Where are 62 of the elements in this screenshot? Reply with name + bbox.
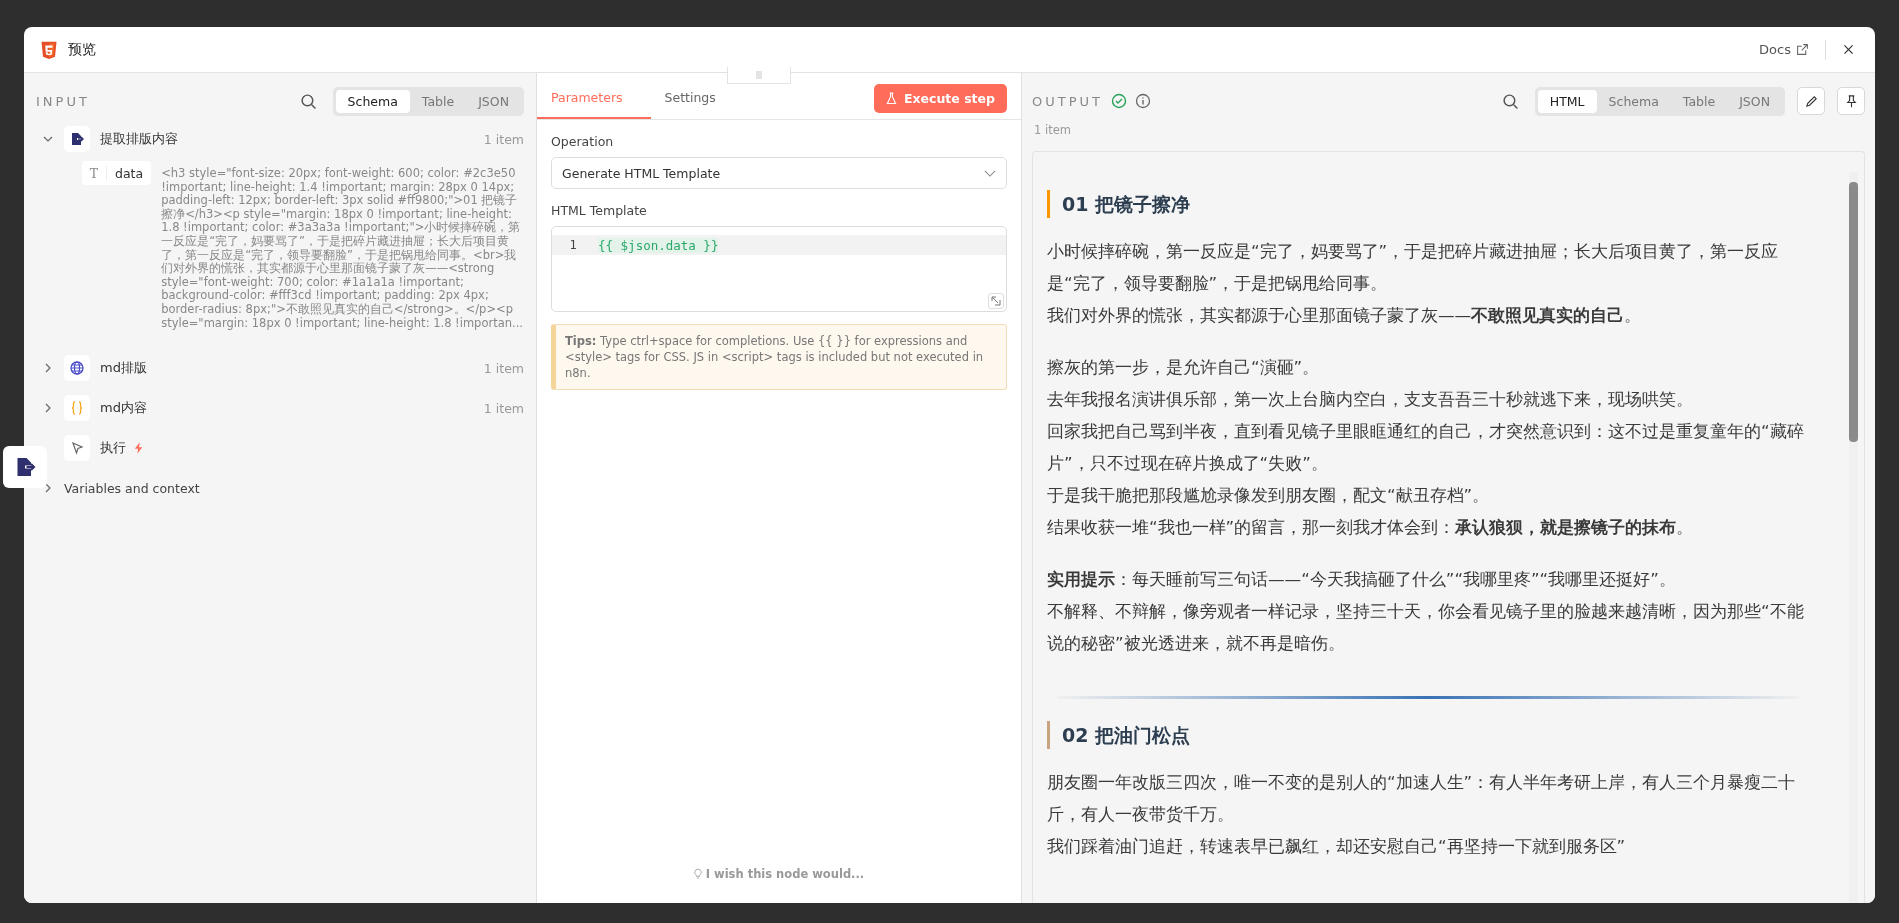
view-tab[interactable]: Schema [335,89,410,113]
panel-tab[interactable]: Settings [650,78,730,119]
variables-section[interactable]: Variables and context [64,480,200,496]
section-heading: 01 把镜子擦净 [1047,190,1809,218]
node-name[interactable]: 执行 [100,439,126,458]
paragraph-text: 回家我把自己骂到半夜，直到看见镜子里眼眶通红的自己，才突然意识到：这不过是重复童年的“藏碎片”，只不过现在碎片换成了“失败”。 [1047,421,1805,475]
dialog-title: 预览 [68,40,96,59]
line-number: 1 [568,238,578,252]
node-name[interactable]: md内容 [100,399,147,418]
item-count: 1 item [1034,123,1072,137]
docs-link[interactable]: Docs [1759,42,1809,57]
item-count: 1 item [483,131,524,147]
node-name[interactable]: md排版 [100,359,147,378]
close-icon[interactable] [1842,43,1855,56]
document-icon [64,126,90,152]
paragraph-text: 朋友圈一年改版三四次，唯一不变的是别人的“加速人生”：有人半年考研上岸，有人三个月暴瘦二十斤，有人一夜带货千万。 [1047,772,1797,826]
braces-icon [64,395,90,422]
operation-dropdown[interactable]: Generate HTML Template [551,157,1007,189]
node-icon-button[interactable] [3,446,47,488]
pin-button[interactable] [1837,87,1865,115]
view-tab[interactable]: HTML [1537,89,1597,113]
scrollbar[interactable] [1849,172,1858,903]
tips-note: Tips: Type ctrl+space for completions. Use {{ }} for expressions and <style> tags for CSS. JS in <script> tags is included but not executed in n8n. [551,324,1007,390]
field-label: HTML Template [551,203,648,218]
cursor-icon [64,435,90,462]
edit-button[interactable] [1797,87,1825,115]
section-heading: 02 把油门松点 [1047,721,1809,749]
field-label: Operation [551,134,615,149]
field-pill: T data [82,161,152,185]
search-icon[interactable] [299,92,317,110]
panel-heading: INPUT [36,93,90,109]
paragraph-text: 于是我干脆把那段尴尬录像发到朋友圈，配文“献丑存档”。 [1047,485,1491,507]
node-name[interactable]: 提取排版内容 [100,130,178,148]
paragraph-text: 小时候摔碎碗，第一反应是“完了，妈要骂了”，于是把碎片藏进抽屉；长大后项目黄了，第一反应是“完了，领导要翻脸”，于是把锅甩给同事。 [1047,241,1780,295]
paragraph-text: 擦灰的第一步，是允许自己“演砸”。 [1047,357,1321,379]
globe-icon [64,355,90,382]
search-icon[interactable] [1501,92,1519,110]
pencil-icon [1803,93,1819,109]
chevron-down-icon [984,169,996,177]
view-tab[interactable]: Table [1670,89,1728,113]
paragraph-text: 我们对外界的慌张，其实都源于心里那面镜子蒙了灰——不敢照见真实的自己。 [1047,305,1643,327]
view-tab[interactable]: Schema [1596,89,1671,113]
paragraph-text: 我们踩着油门追赶，转速表早已飙红，却还安慰自己“再坚持一下就到服务区” [1047,836,1627,858]
lightbulb-icon [693,868,702,880]
code-expression: {{ $json.data }} [598,237,719,253]
view-tab[interactable]: JSON [466,89,521,113]
paragraph-text: 去年我报名演讲俱乐部，第一次上台脑内空白，支支吾吾三十秒就逃下来，现场哄笑。 [1047,389,1694,411]
info-icon[interactable] [1135,93,1151,109]
view-tab[interactable]: JSON [1727,89,1782,113]
drag-handle[interactable] [727,67,791,84]
item-count: 1 item [483,400,524,416]
view-tab[interactable]: Table [409,89,467,113]
panel-heading: OUTPUT [1032,93,1103,109]
expand-icon[interactable] [988,293,1004,309]
code-editor[interactable]: 1 {{ $json.data }} [551,226,1007,312]
item-count: 1 item [483,360,524,376]
paragraph-text: 实用提示：每天睡前写三句话——“今天我搞砸了什么”“我哪里疼”“我哪里还挺好”。 [1047,569,1677,591]
paragraph-text: 结果收获一堆“我也一样”的留言，那一刻我才体会到：承认狼狈，就是擦镜子的抹布。 [1047,517,1695,539]
flask-icon [885,92,897,105]
external-link-icon [1796,43,1809,56]
paragraph-text: 不解释、不辩解，像旁观者一样记录，坚持三十天，你会看见镜子里的脸越来越清晰，因为那些“不能说的秘密”被光透进来，就不再是暗伤。 [1047,601,1805,655]
field-value: <h3 style="font-size: 20px; font-weight: 600; color: #2c3e50 !important; line-height: 1.4 !important; margin: 28px 0 14px; padding-left: 12px; border-left: 3px solid #ff9800;">01 把镜子擦净</h3><p style="margin: 18px 0 !important; line-height: 1.8 !important; color: #3a3a3a !important;">小时候摔碎碗，第一反应是“完了，妈要骂了”，于是把碎片藏进抽屉；长大后项目黄了，第一反应是“完了，领导要翻脸”，于是把锅甩给同事。<br>我们对外界的慌张，其实都源于心里那面镜子蒙了灰——<strong style="font-weight: 700; color: #1a1a1a !important; background-color: #fff3cd !important; padding: 2px 4px; border-radius: 8px;">不敢照见真实的自己</strong>。</p><p style="margin: 18px 0 !important; line-height: 1.8 !importan... [161,165,524,332]
